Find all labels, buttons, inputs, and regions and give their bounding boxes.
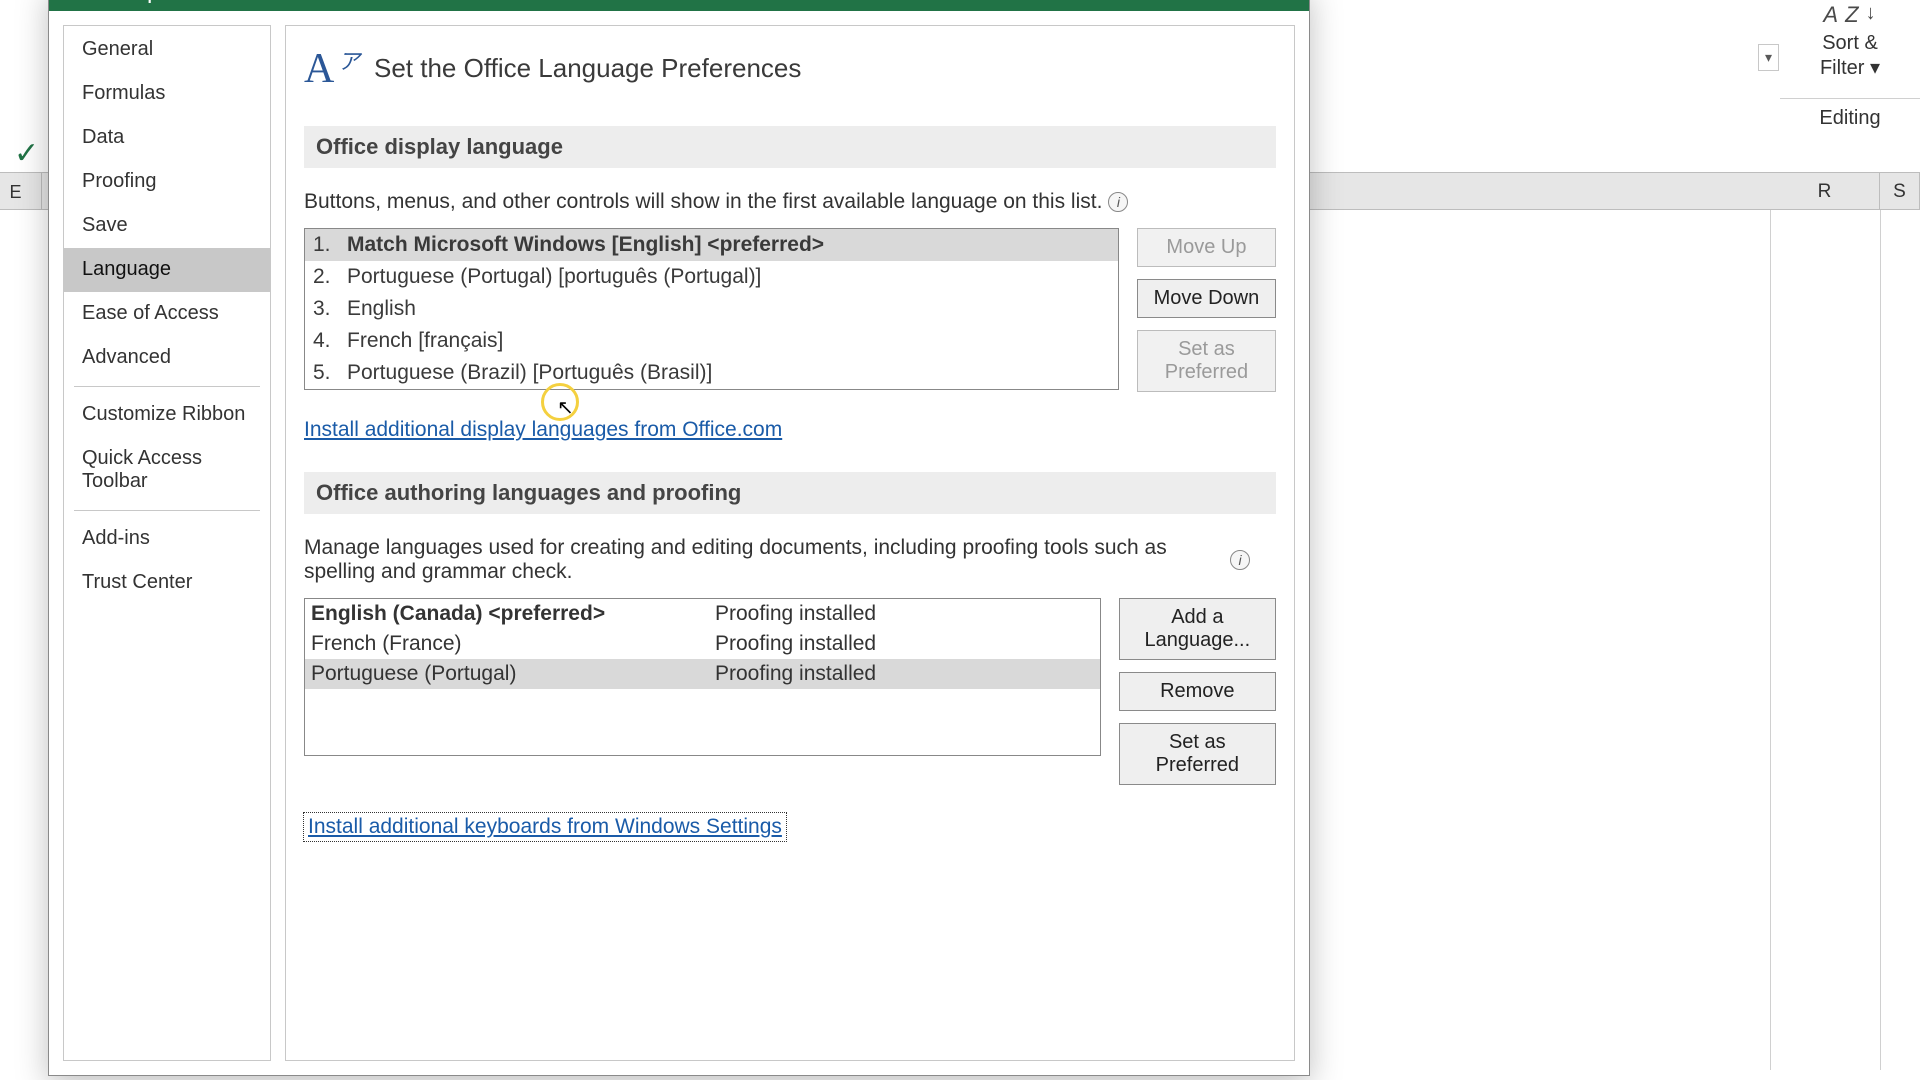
sheet-right-columns: R S [1770, 172, 1920, 1072]
sidebar-item-formulas[interactable]: Formulas [64, 72, 270, 116]
display-help-text: Buttons, menus, and other controls will … [304, 190, 1276, 214]
author-status: Proofing installed [715, 602, 876, 626]
display-language-item[interactable]: 5. Portuguese (Brazil) [Português (Brasi… [305, 357, 1118, 389]
cursor-pointer-icon: ↖ [557, 395, 574, 420]
sort-filter-icon[interactable]: AZ↓ [1780, 2, 1920, 28]
sort-filter-label[interactable]: Sort & Filter ▾ [1780, 32, 1920, 80]
close-icon[interactable]: ✕ [1273, 0, 1291, 5]
display-language-list[interactable]: 1. Match Microsoft Windows [English] <pr… [304, 228, 1119, 390]
dialog-titlebar[interactable]: Excel Options ✕ [49, 0, 1309, 11]
list-label: French [français] [347, 329, 503, 353]
list-label: Portuguese (Portugal) [português (Portug… [347, 265, 761, 289]
ribbon-editing-group: ▾ AZ↓ Sort & Filter ▾ Editing [1780, 0, 1920, 150]
section-authoring-languages: Office authoring languages and proofing [304, 472, 1276, 514]
info-icon[interactable]: i [1108, 192, 1128, 212]
sidebar-item-proofing[interactable]: Proofing [64, 160, 270, 204]
author-name: English (Canada) <preferred> [311, 602, 715, 626]
list-number: 1. [313, 233, 347, 257]
ribbon-dropdown-icon[interactable]: ▾ [1758, 44, 1779, 71]
sidebar-item-quick-access-toolbar[interactable]: Quick Access Toolbar [64, 437, 270, 504]
ribbon-group-label: Editing [1780, 98, 1920, 130]
list-label: Match Microsoft Windows [English] <prefe… [347, 233, 824, 257]
list-label: English [347, 297, 416, 321]
add-a-language-button[interactable]: Add a Language... [1119, 598, 1276, 660]
sidebar-item-language[interactable]: Language [64, 248, 270, 292]
list-label: Portuguese (Brazil) [Português (Brasil)] [347, 361, 712, 385]
authoring-help-span: Manage languages used for creating and e… [304, 536, 1224, 584]
sidebar-item-add-ins[interactable]: Add-ins [64, 517, 270, 561]
display-language-item[interactable]: 3. English [305, 293, 1118, 325]
author-status: Proofing installed [715, 632, 876, 656]
author-status: Proofing installed [715, 662, 876, 686]
authoring-language-item[interactable]: English (Canada) <preferred> Proofing in… [305, 599, 1100, 629]
display-language-item[interactable]: 2. Portuguese (Portugal) [português (Por… [305, 261, 1118, 293]
display-language-item[interactable]: 1. Match Microsoft Windows [English] <pr… [305, 229, 1118, 261]
column-header-r[interactable]: R [1770, 172, 1880, 210]
move-up-button[interactable]: Move Up [1137, 228, 1276, 267]
move-down-button[interactable]: Move Down [1137, 279, 1276, 318]
authoring-help-text: Manage languages used for creating and e… [304, 536, 1276, 584]
formula-bar-check-icon: ✓ [14, 136, 39, 171]
author-name: French (France) [311, 632, 715, 656]
list-number: 3. [313, 297, 347, 321]
column-header-e[interactable]: E [0, 173, 42, 209]
list-number: 2. [313, 265, 347, 289]
section-display-language: Office display language [304, 126, 1276, 168]
list-number: 5. [313, 361, 347, 385]
set-as-preferred-author-button[interactable]: Set as Preferred [1119, 723, 1276, 785]
info-icon[interactable]: i [1230, 550, 1250, 570]
column-header-s[interactable]: S [1880, 172, 1920, 210]
sidebar-item-customize-ribbon[interactable]: Customize Ribbon [64, 393, 270, 437]
sidebar-item-data[interactable]: Data [64, 116, 270, 160]
sidebar-item-general[interactable]: General [64, 28, 270, 72]
set-as-preferred-button[interactable]: Set as Preferred [1137, 330, 1276, 392]
install-display-languages-link[interactable]: Install additional display languages fro… [304, 418, 782, 442]
dialog-title: Excel Options [63, 0, 211, 5]
excel-options-dialog: Excel Options ✕ General Formulas Data Pr… [48, 0, 1310, 1076]
display-language-item[interactable]: 4. French [français] [305, 325, 1118, 357]
sidebar-item-save[interactable]: Save [64, 204, 270, 248]
options-sidebar: General Formulas Data Proofing Save Lang… [63, 25, 271, 1061]
sort-line1: Sort & [1780, 32, 1920, 55]
install-keyboards-link[interactable]: Install additional keyboards from Window… [304, 813, 786, 841]
author-name: Portuguese (Portugal) [311, 662, 715, 686]
sidebar-item-advanced[interactable]: Advanced [64, 336, 270, 380]
display-help-text-span: Buttons, menus, and other controls will … [304, 190, 1102, 214]
language-page-icon: Aア [304, 44, 352, 92]
sidebar-item-ease-of-access[interactable]: Ease of Access [64, 292, 270, 336]
authoring-language-item[interactable]: Portuguese (Portugal) Proofing installed [305, 659, 1100, 689]
options-content: Aア Set the Office Language Preferences O… [285, 25, 1295, 1061]
remove-button[interactable]: Remove [1119, 672, 1276, 711]
page-title: Set the Office Language Preferences [374, 53, 801, 84]
sidebar-item-trust-center[interactable]: Trust Center [64, 561, 270, 605]
sort-line2: Filter ▾ [1780, 55, 1920, 80]
authoring-language-list[interactable]: English (Canada) <preferred> Proofing in… [304, 598, 1101, 756]
authoring-language-item[interactable]: French (France) Proofing installed [305, 629, 1100, 659]
list-number: 4. [313, 329, 347, 353]
